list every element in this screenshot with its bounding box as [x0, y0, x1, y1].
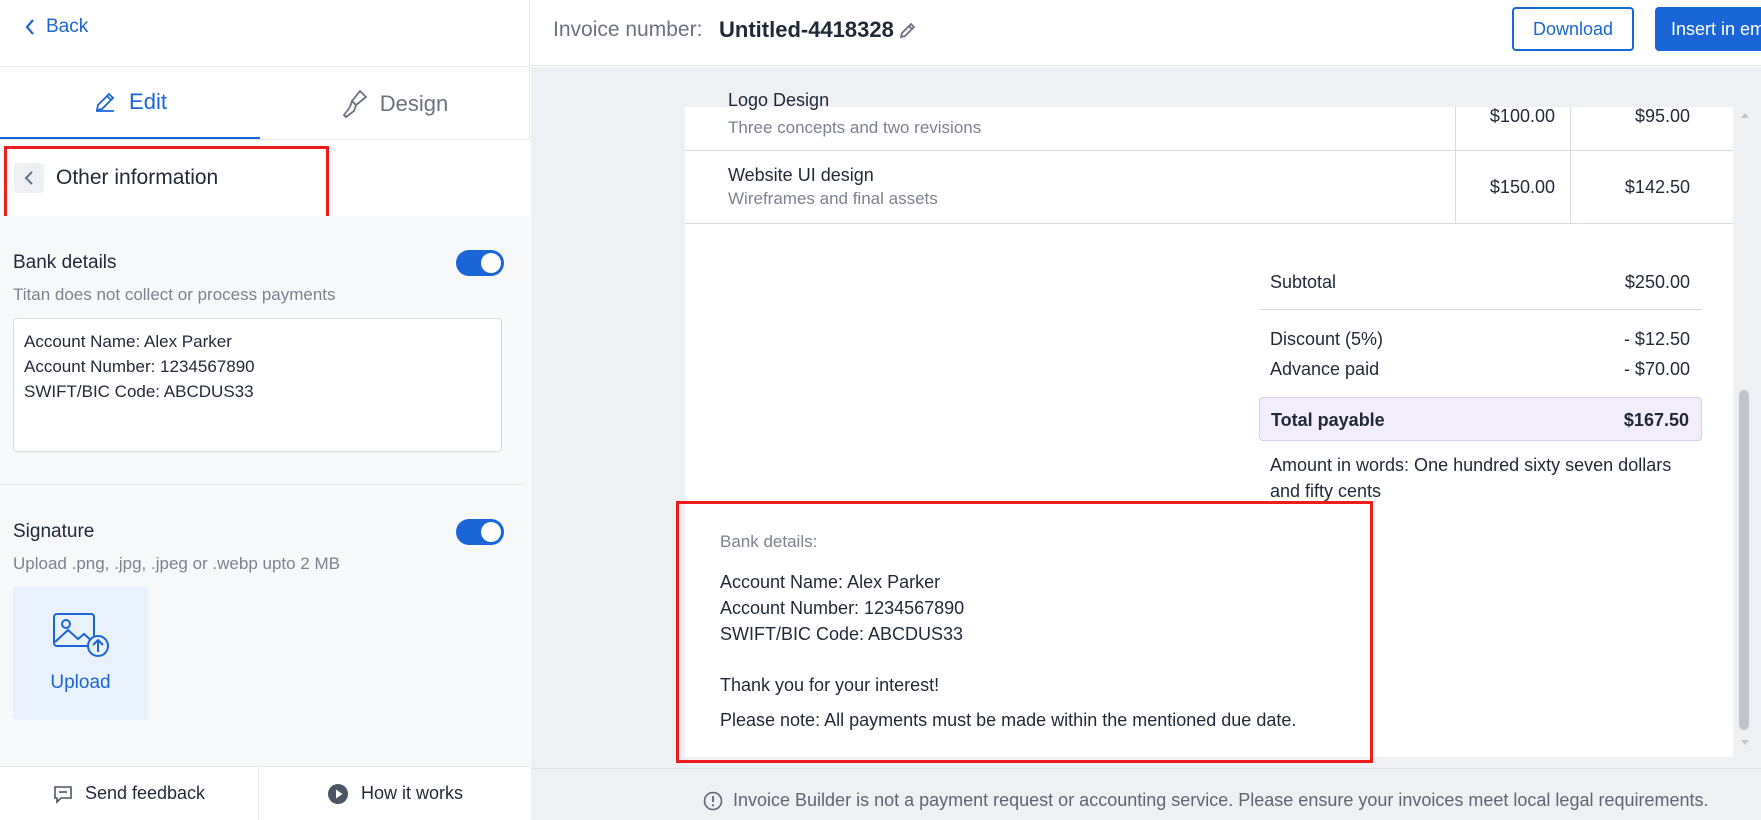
bank-details-title: Bank details [13, 252, 117, 273]
back-button[interactable]: Back [24, 16, 88, 38]
signature-toggle[interactable] [456, 519, 504, 545]
pencil-icon[interactable] [898, 20, 918, 45]
how-it-works-label: How it works [360, 783, 463, 803]
invoice-number-value[interactable]: Untitled-4418328 [719, 17, 894, 43]
highlight-box [676, 501, 1373, 763]
advance-label: Advance paid [1270, 359, 1380, 379]
total-value: $167.50 [1623, 410, 1689, 430]
discount-label: Discount (5%) [1270, 329, 1384, 349]
bank-details-textarea[interactable]: Account Name: Alex Parker Account Number… [13, 318, 502, 452]
amount-in-words-cont: and fifty cents [1270, 481, 1382, 501]
disclaimer-text: Invoice Builder is not a payment request… [733, 790, 1709, 810]
item-amount: $142.50 [1624, 177, 1690, 197]
download-button[interactable]: Download [1512, 7, 1634, 51]
bank-line: Account Number: 1234567890 [24, 357, 255, 376]
disclaimer: Invoice Builder is not a payment request… [703, 790, 1709, 811]
image-upload-icon [52, 613, 109, 657]
item-desc: Three concepts and two revisions [728, 118, 982, 137]
invoice-number-label: Invoice number: [553, 18, 703, 41]
tab-edit-label: Edit [129, 89, 167, 114]
tab-design[interactable]: Design [265, 67, 525, 140]
highlight-box [4, 146, 329, 220]
row-divider [685, 223, 1733, 224]
item-desc: Wireframes and final assets [728, 189, 938, 208]
item-title: Website UI design [728, 165, 874, 185]
row-divider [685, 150, 1733, 151]
column-divider [1570, 107, 1571, 223]
back-label: Back [46, 16, 89, 37]
how-it-works-button[interactable]: How it works [260, 767, 530, 820]
bank-details-toggle[interactable] [456, 250, 504, 276]
advance-value: - $70.00 [1623, 359, 1690, 379]
discount-value: - $12.50 [1623, 329, 1690, 349]
subtotal-value: $250.00 [1624, 272, 1690, 292]
signature-subtitle: Upload .png, .jpg, .jpeg or .webp upto 2… [13, 554, 340, 573]
bank-line: SWIFT/BIC Code: ABCDUS33 [24, 382, 254, 401]
upload-label: Upload [50, 672, 111, 693]
brush-icon [342, 89, 368, 118]
subtotal-label: Subtotal [1270, 272, 1337, 292]
summary-divider [1259, 309, 1702, 310]
tab-design-label: Design [379, 90, 449, 116]
item-amount: $95.00 [1634, 106, 1690, 126]
chevron-left-icon [25, 19, 34, 35]
tab-edit[interactable]: Edit [0, 67, 260, 140]
scroll-thumb[interactable] [1739, 390, 1749, 730]
scroll-up-icon [1741, 113, 1749, 118]
total-label: Total payable [1271, 410, 1385, 430]
play-icon [327, 783, 348, 804]
toggle-knob [481, 522, 501, 542]
info-icon [703, 791, 723, 810]
send-feedback-button[interactable]: Send feedback [0, 767, 259, 820]
signature-title: Signature [13, 521, 95, 542]
item-rate: $100.00 [1489, 106, 1555, 126]
bank-details-subtitle: Titan does not collect or process paymen… [13, 285, 336, 304]
toggle-knob [481, 253, 501, 273]
scroll-down-icon [1741, 740, 1749, 745]
pencil-icon [95, 92, 115, 112]
bank-line: Account Name: Alex Parker [24, 332, 232, 351]
insert-in-email-button[interactable]: Insert in email [1655, 7, 1761, 51]
send-feedback-label: Send feedback [84, 783, 206, 803]
item-title: Logo Design [728, 90, 830, 110]
upload-button[interactable]: Upload [13, 586, 148, 720]
feedback-icon [54, 785, 72, 804]
column-divider [1455, 107, 1456, 223]
divider [0, 484, 525, 485]
item-rate: $150.00 [1489, 177, 1555, 197]
amount-in-words: Amount in words: One hundred sixty seven… [1270, 455, 1672, 475]
